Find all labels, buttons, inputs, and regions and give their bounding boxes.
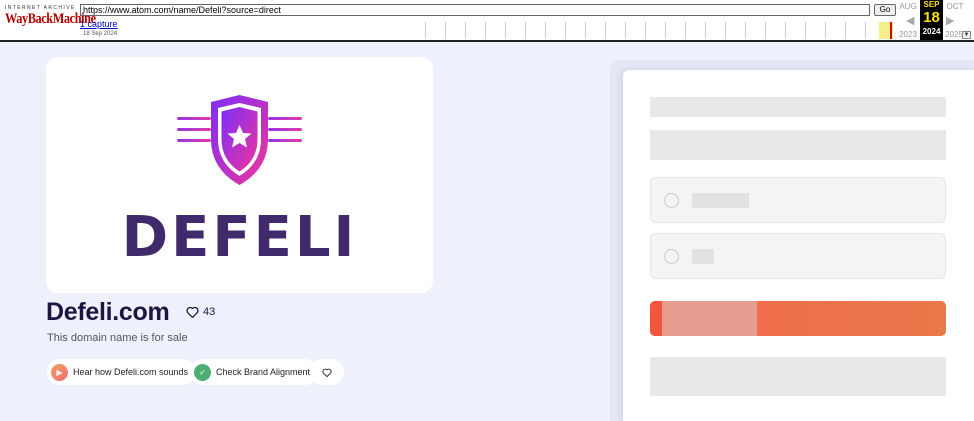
- cta-edge: [650, 301, 662, 336]
- hear-pronunciation-label: Hear how Defeli.com sounds: [73, 367, 189, 377]
- sparkline-tick: [725, 22, 726, 39]
- heart-icon: [186, 306, 199, 318]
- wayback-prev-arrow-icon[interactable]: ◀: [906, 14, 914, 27]
- wayback-expand-icon[interactable]: ▼: [962, 31, 971, 39]
- sparkline-tick: [685, 22, 686, 39]
- skeleton-footer: [650, 357, 946, 396]
- sparkline-tick: [865, 22, 866, 39]
- sparkline-tick: [425, 22, 426, 39]
- wayback-url-input[interactable]: https://www.atom.com/name/Defeli?source=…: [80, 4, 870, 16]
- skeleton-option-1[interactable]: [650, 177, 946, 223]
- sparkline-tick: [745, 22, 746, 39]
- radio-icon[interactable]: [664, 249, 679, 264]
- buy-now-button[interactable]: [650, 301, 946, 336]
- likes-count: 43: [203, 306, 216, 318]
- check-brand-alignment-button[interactable]: ✓ Check Brand Alignment: [190, 359, 319, 385]
- radio-icon[interactable]: [664, 193, 679, 208]
- sparkline-tick: [765, 22, 766, 39]
- wayback-capture-date: 18 Sep 2024: [83, 31, 118, 37]
- hear-pronunciation-button[interactable]: ▶ Hear how Defeli.com sounds: [47, 359, 197, 385]
- sparkline-tick: [585, 22, 586, 39]
- wayback-next-month[interactable]: OCT: [944, 2, 966, 11]
- logo-card: DEFELI: [46, 57, 433, 293]
- wayback-toolbar: INTERNET ARCHIVE WayBackMachine https://…: [0, 0, 974, 42]
- sparkline-tick: [545, 22, 546, 39]
- wayback-captures-link[interactable]: 1 capture: [80, 19, 118, 29]
- heart-outline-icon: [322, 368, 332, 377]
- sparkline-tick: [785, 22, 786, 39]
- sale-subtitle: This domain name is for sale: [47, 332, 188, 344]
- sparkline-tick: [485, 22, 486, 39]
- sparkline-tick: [505, 22, 506, 39]
- defeli-logo: DEFELI: [122, 95, 358, 270]
- logo-wordmark: DEFELI: [122, 205, 358, 270]
- wayback-cur-day: 18: [923, 9, 940, 26]
- sparkline-tick: [665, 22, 666, 39]
- sparkline-tick: [805, 22, 806, 39]
- cta-skeleton-label: [662, 301, 757, 336]
- sparkline-tick: [445, 22, 446, 39]
- sparkline-tick: [845, 22, 846, 39]
- wayback-sparkline[interactable]: [425, 22, 895, 39]
- sparkline-tick: [605, 22, 606, 39]
- favorite-button[interactable]: [310, 359, 344, 385]
- page-title: Defeli.com: [46, 298, 170, 326]
- sparkline-tick: [565, 22, 566, 39]
- skeleton-option-label: [692, 249, 714, 264]
- wayback-logo[interactable]: INTERNET ARCHIVE WayBackMachine: [5, 5, 96, 27]
- check-icon: ✓: [194, 363, 211, 381]
- wayback-next-arrow-icon[interactable]: ▶: [946, 14, 954, 27]
- wayback-cur-year: 2024: [922, 27, 941, 36]
- wayback-logo-name: WayBackMachine: [5, 11, 96, 27]
- sparkline-tick: [645, 22, 646, 39]
- sparkline-tick: [705, 22, 706, 39]
- wayback-current-date: SEP 18 2024: [920, 0, 943, 40]
- wayback-prev-month[interactable]: AUG: [897, 2, 919, 11]
- wayback-prev-year[interactable]: 2023: [897, 30, 919, 39]
- wayback-current-marker: [890, 22, 892, 39]
- skeleton-option-2[interactable]: [650, 233, 946, 279]
- sparkline-tick: [465, 22, 466, 39]
- skeleton-price: [650, 130, 946, 160]
- sparkline-tick: [525, 22, 526, 39]
- wayback-go-button[interactable]: Go: [874, 4, 896, 16]
- play-icon: ▶: [51, 363, 68, 381]
- skeleton-heading: [650, 97, 946, 117]
- sparkline-tick: [625, 22, 626, 39]
- check-brand-alignment-label: Check Brand Alignment: [216, 367, 311, 377]
- skeleton-option-label: [692, 193, 749, 208]
- likes-counter[interactable]: 43: [186, 306, 215, 318]
- sparkline-tick: [825, 22, 826, 39]
